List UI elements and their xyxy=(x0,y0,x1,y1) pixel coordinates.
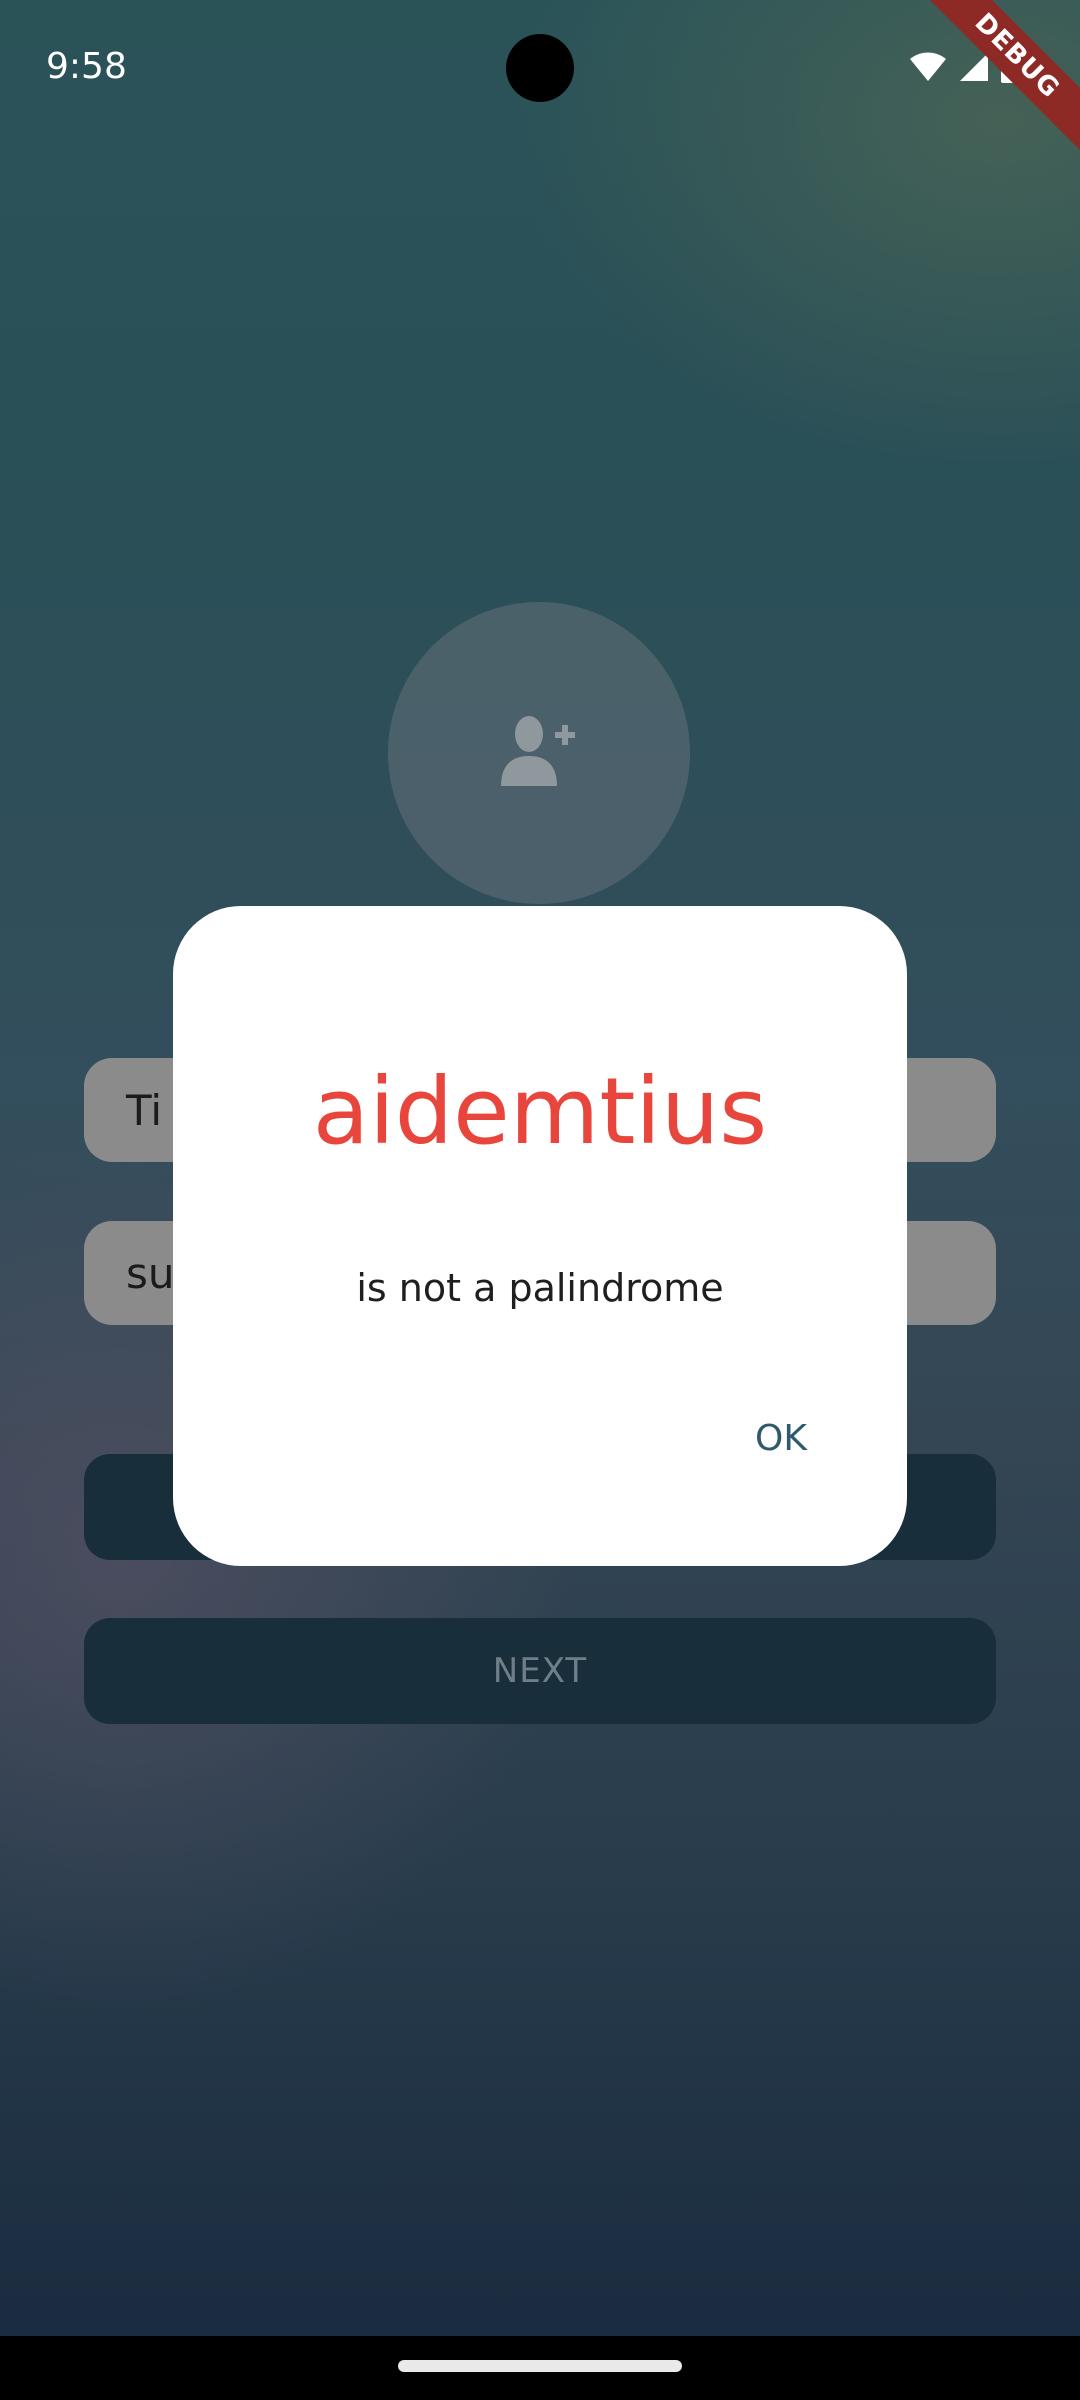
ok-button[interactable]: OK xyxy=(755,1406,807,1470)
dialog-message: is not a palindrome xyxy=(356,1266,724,1310)
dialog-title: aidemtius xyxy=(312,1058,768,1165)
result-dialog: aidemtius is not a palindrome OK xyxy=(173,906,907,1566)
home-handle[interactable] xyxy=(398,2360,682,2372)
app-screen: 9:58 DEBUG Ti su NEXT aidemtius is not a… xyxy=(0,0,1080,2400)
